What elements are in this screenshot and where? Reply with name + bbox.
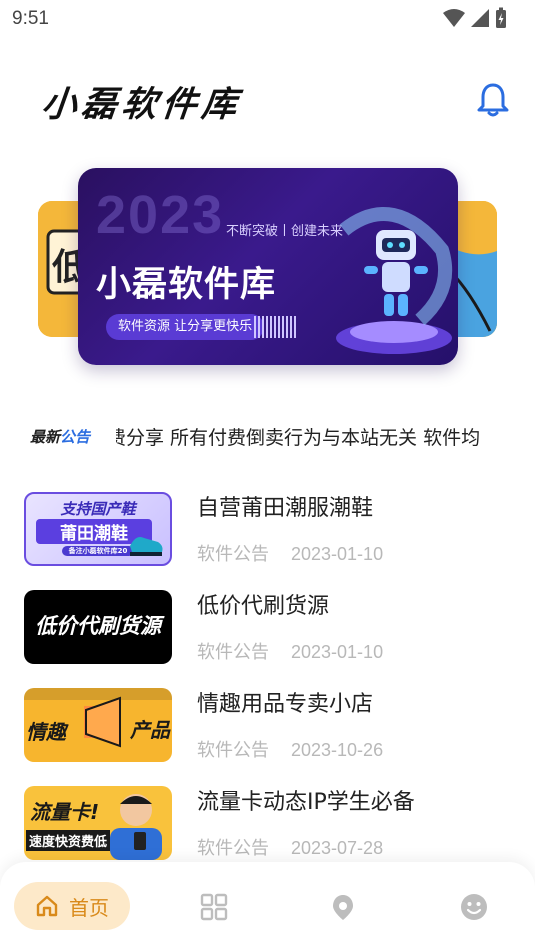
thumb-line2: 产品	[130, 718, 170, 742]
robot-illustration	[336, 207, 453, 354]
home-icon	[36, 895, 58, 917]
item-meta: 软件公告 2023-01-10	[197, 540, 383, 566]
list-item[interactable]: 流量卡! 速度快资费低 流量卡动态IP学生必备 软件公告 2023-07-28	[0, 782, 535, 872]
person-illustration	[110, 794, 162, 860]
grid-icon[interactable]	[199, 892, 229, 922]
thumbnail: 情趣 产品	[24, 688, 172, 762]
notice-badge: 最新公告	[30, 426, 90, 447]
thumb-line1: 情趣	[26, 720, 66, 744]
status-icons	[443, 7, 507, 29]
item-title: 低价代刷货源	[197, 594, 330, 619]
item-date: 2023-10-26	[291, 740, 384, 760]
item-category: 软件公告	[197, 838, 269, 859]
thumb-line1: 低价代刷货源	[35, 614, 161, 638]
thumb-line2: 速度快资费低	[26, 830, 111, 851]
item-date: 2023-01-10	[291, 544, 384, 564]
app-header: 小磊软件库	[0, 62, 535, 138]
notice-badge-prefix: 最新	[30, 428, 61, 446]
item-meta: 软件公告 2023-10-26	[197, 736, 383, 762]
banner-title: 小磊软件库	[96, 265, 277, 305]
notice-marquee[interactable]: 最新公告 免费分享 所有付费倒卖行为与本站无关 软件均	[28, 420, 523, 456]
notice-badge-suffix: 公告	[60, 428, 91, 446]
item-meta: 软件公告 2023-07-28	[197, 834, 383, 860]
item-title: 情趣用品专卖小店	[197, 692, 374, 717]
nav-home[interactable]: 首页	[14, 882, 130, 930]
list-item[interactable]: 低价代刷货源 低价代刷货源 软件公告 2023-01-10	[0, 586, 535, 676]
banner-year: 2023	[96, 185, 225, 245]
item-title: 自营莆田潮服潮鞋	[197, 496, 374, 521]
bottom-nav: 首页	[0, 862, 535, 951]
item-category: 软件公告	[197, 740, 269, 761]
item-date: 2023-01-10	[291, 642, 384, 662]
battery-icon	[496, 7, 506, 28]
status-time: 9:51	[12, 8, 49, 29]
banner-barcode	[254, 316, 298, 338]
status-bar: 9:51	[0, 0, 535, 40]
thumbnail: 低价代刷货源	[24, 590, 172, 664]
smile-icon[interactable]	[459, 892, 489, 922]
discover-icon[interactable]	[328, 892, 358, 922]
item-category: 软件公告	[197, 544, 269, 565]
thumb-line1: 支持国产鞋	[60, 500, 136, 518]
item-date: 2023-07-28	[291, 838, 384, 858]
list-item[interactable]: 情趣 产品 情趣用品专卖小店 软件公告 2023-10-26	[0, 684, 535, 774]
banner-carousel[interactable]: 低 2023 不断突破丨创建未来 小磊软件库 软件资源 让分享更快乐	[0, 165, 535, 385]
signal-icon	[471, 9, 489, 27]
banner-tag: 软件资源 让分享更快乐	[106, 314, 265, 340]
nav-home-label: 首页	[69, 895, 109, 920]
thumbnail: 支持国产鞋 莆田潮鞋 备注小磊软件库20	[24, 492, 172, 566]
banner-main[interactable]: 2023 不断突破丨创建未来 小磊软件库 软件资源 让分享更快乐	[78, 168, 458, 365]
thumb-line1: 流量卡!	[30, 800, 100, 824]
thumb-line3: 备注小磊软件库20	[62, 546, 134, 556]
notice-text-container: 免费分享 所有付费倒卖行为与本站无关 软件均	[116, 423, 523, 450]
item-meta: 软件公告 2023-01-10	[197, 638, 383, 664]
bell-icon[interactable]	[476, 82, 510, 118]
shoe-icon	[130, 537, 163, 556]
thumbnail: 流量卡! 速度快资费低	[24, 786, 172, 860]
item-title: 流量卡动态IP学生必备	[197, 790, 415, 815]
app-logo: 小磊软件库	[39, 84, 244, 125]
wifi-icon	[443, 9, 465, 27]
notice-text: 免费分享 所有付费倒卖行为与本站无关 软件均	[116, 427, 481, 449]
list-item[interactable]: 支持国产鞋 莆田潮鞋 备注小磊软件库20 自营莆田潮服潮鞋 软件公告 2023-0…	[0, 488, 535, 578]
item-category: 软件公告	[197, 642, 269, 663]
